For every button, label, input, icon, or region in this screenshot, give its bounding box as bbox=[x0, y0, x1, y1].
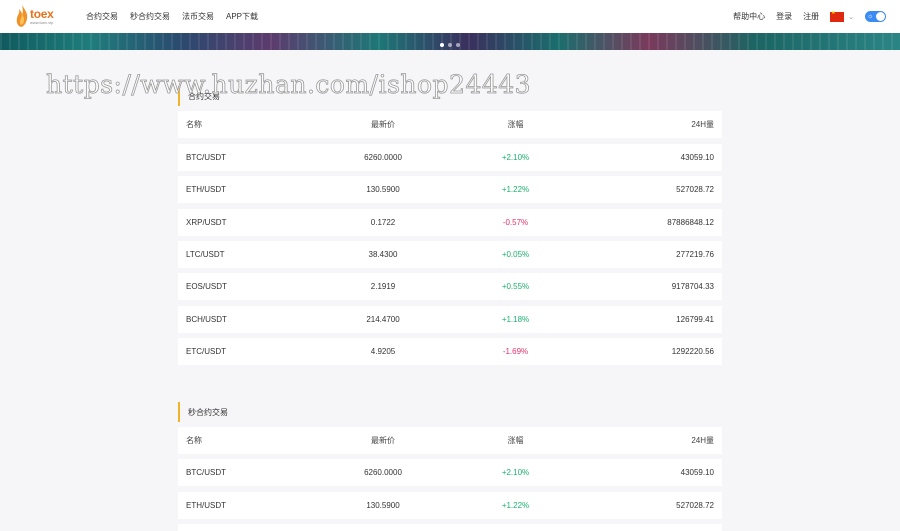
volume-24h: 277219.76 bbox=[676, 250, 714, 259]
pair-name: BTC/USDT bbox=[186, 153, 226, 162]
table-row[interactable]: LTC/USDT 38.4300 +0.05% 277219.76 bbox=[178, 241, 722, 268]
volume-24h: 87886848.12 bbox=[667, 218, 714, 227]
price-change: -1.69% bbox=[502, 347, 529, 356]
logo-subtitle: www.toex.vip bbox=[30, 19, 54, 25]
col-change-header: 涨幅 bbox=[507, 120, 524, 129]
section-title: 秒合约交易 bbox=[178, 402, 722, 422]
banner-dot[interactable] bbox=[440, 43, 444, 47]
col-price-header: 最新价 bbox=[371, 436, 395, 445]
price-change: +2.10% bbox=[501, 153, 530, 162]
table-row[interactable]: ETC/USDT 4.9205 -1.69% 1292220.56 bbox=[178, 338, 722, 365]
col-volume-header: 24H量 bbox=[691, 436, 714, 445]
logo[interactable]: toex www.toex.vip bbox=[16, 3, 62, 29]
toggle-knob bbox=[876, 12, 885, 21]
table-row[interactable]: EOS/USDT 2.1919 +0.55% 9178704.33 bbox=[178, 273, 722, 300]
price-change: +2.10% bbox=[501, 468, 530, 477]
user-nav: 帮助中心 登录 注册 ⌄ ☼ bbox=[733, 0, 886, 33]
pair-name: BCH/USDT bbox=[186, 315, 227, 324]
volume-24h: 43059.10 bbox=[680, 468, 714, 477]
col-name-header: 名称 bbox=[186, 436, 202, 445]
help-center-link[interactable]: 帮助中心 bbox=[733, 11, 765, 22]
pair-name: XRP/USDT bbox=[186, 218, 227, 227]
nav-seconds-contract[interactable]: 秒合约交易 bbox=[130, 11, 170, 22]
price-change: +0.05% bbox=[501, 250, 530, 259]
sun-icon: ☼ bbox=[867, 13, 874, 20]
section-title: 合约交易 bbox=[178, 86, 722, 106]
last-price: 6260.0000 bbox=[364, 468, 402, 477]
price-change: +1.22% bbox=[501, 501, 530, 510]
banner-pagination bbox=[440, 43, 460, 47]
table-header: 名称 最新价 涨幅 24H量 bbox=[178, 111, 722, 138]
logo-wordmark: toex bbox=[30, 6, 54, 21]
last-price: 130.5900 bbox=[366, 501, 400, 510]
main-nav: 合约交易 秒合约交易 法币交易 APP下载 bbox=[86, 0, 258, 33]
register-link[interactable]: 注册 bbox=[803, 11, 819, 22]
volume-24h: 1292220.56 bbox=[671, 347, 714, 356]
table-row[interactable]: BCH/USDT 214.4700 +1.18% 126799.41 bbox=[178, 306, 722, 333]
last-price: 130.5900 bbox=[366, 185, 400, 194]
price-change: +1.18% bbox=[501, 315, 530, 324]
nav-fiat-trading[interactable]: 法币交易 bbox=[182, 11, 214, 22]
banner-dot[interactable] bbox=[448, 43, 452, 47]
pair-name: ETH/USDT bbox=[186, 501, 226, 510]
flame-icon bbox=[16, 5, 28, 27]
table-header: 名称 最新价 涨幅 24H量 bbox=[178, 427, 722, 454]
last-price: 2.1919 bbox=[370, 282, 396, 291]
table-row[interactable] bbox=[178, 524, 722, 531]
last-price: 214.4700 bbox=[366, 315, 400, 324]
pair-name: EOS/USDT bbox=[186, 282, 227, 291]
hero-banner[interactable] bbox=[0, 33, 900, 50]
price-change: -0.57% bbox=[502, 218, 529, 227]
last-price: 6260.0000 bbox=[364, 153, 402, 162]
table-row[interactable]: XRP/USDT 0.1722 -0.57% 87886848.12 bbox=[178, 209, 722, 236]
contract-market-section: 合约交易 名称 最新价 涨幅 24H量 BTC/USDT 6260.0000 +… bbox=[178, 86, 722, 366]
last-price: 38.4300 bbox=[368, 250, 398, 259]
seconds-contract-market-section: 秒合约交易 名称 最新价 涨幅 24H量 BTC/USDT 6260.0000 … bbox=[178, 402, 722, 531]
cn-flag-icon[interactable] bbox=[830, 10, 845, 22]
pair-name: ETH/USDT bbox=[186, 185, 226, 194]
col-name-header: 名称 bbox=[186, 120, 202, 129]
table-row[interactable]: BTC/USDT 6260.0000 +2.10% 43059.10 bbox=[178, 459, 722, 486]
volume-24h: 9178704.33 bbox=[671, 282, 714, 291]
theme-toggle[interactable]: ☼ bbox=[865, 11, 886, 22]
pair-name: ETC/USDT bbox=[186, 347, 226, 356]
banner-dot[interactable] bbox=[456, 43, 460, 47]
table-row[interactable]: ETH/USDT 130.5900 +1.22% 527028.72 bbox=[178, 492, 722, 519]
table-row[interactable]: ETH/USDT 130.5900 +1.22% 527028.72 bbox=[178, 176, 722, 203]
volume-24h: 126799.41 bbox=[676, 315, 714, 324]
volume-24h: 527028.72 bbox=[676, 501, 714, 510]
col-volume-header: 24H量 bbox=[691, 120, 714, 129]
price-change: +1.22% bbox=[501, 185, 530, 194]
volume-24h: 527028.72 bbox=[676, 185, 714, 194]
col-change-header: 涨幅 bbox=[507, 436, 524, 445]
top-nav: toex www.toex.vip 合约交易 秒合约交易 法币交易 APP下载 … bbox=[0, 0, 900, 33]
login-link[interactable]: 登录 bbox=[776, 11, 792, 22]
pair-name: BTC/USDT bbox=[186, 468, 226, 477]
nav-app-download[interactable]: APP下载 bbox=[226, 11, 258, 22]
table-row[interactable]: BTC/USDT 6260.0000 +2.10% 43059.10 bbox=[178, 144, 722, 171]
last-price: 0.1722 bbox=[370, 218, 396, 227]
col-price-header: 最新价 bbox=[371, 120, 395, 129]
volume-24h: 43059.10 bbox=[680, 153, 714, 162]
chevron-down-icon[interactable]: ⌄ bbox=[848, 13, 854, 21]
last-price: 4.9205 bbox=[370, 347, 396, 356]
nav-contract-trading[interactable]: 合约交易 bbox=[86, 11, 118, 22]
pair-name: LTC/USDT bbox=[186, 250, 225, 259]
price-change: +0.55% bbox=[501, 282, 530, 291]
